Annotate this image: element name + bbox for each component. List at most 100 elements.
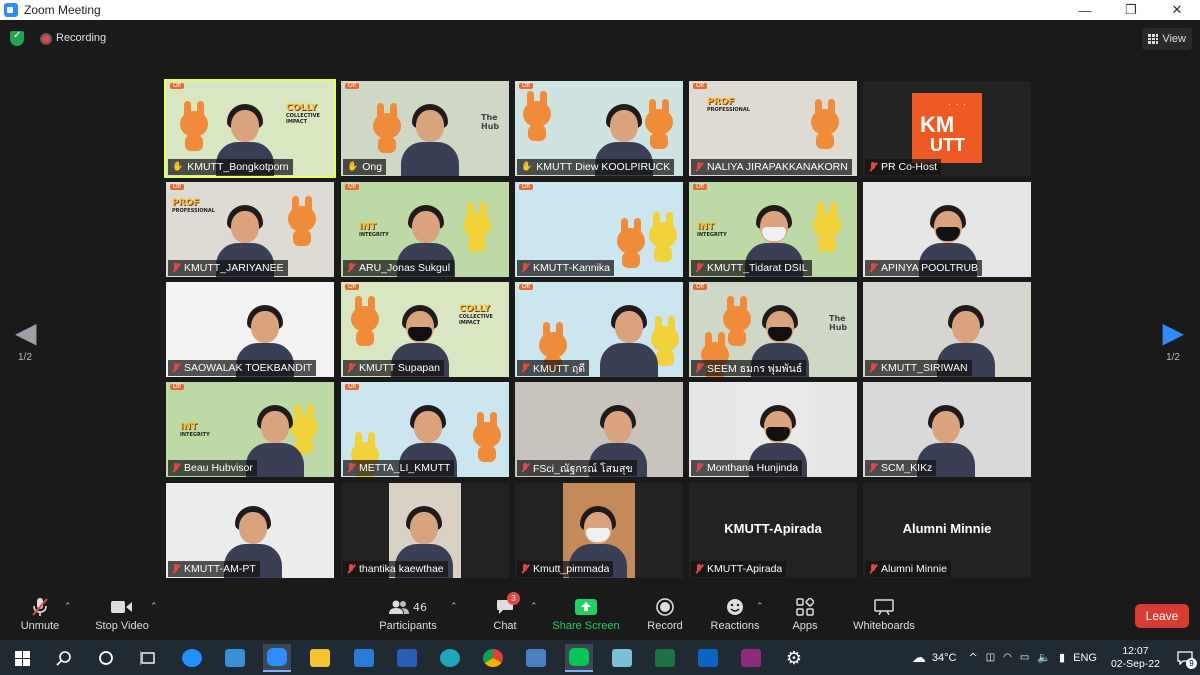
chrome-icon[interactable]	[479, 644, 507, 672]
muted-mic-icon	[695, 564, 703, 574]
participant-tile[interactable]: Off PROF PROFESSIONAL KMUTT_JARIYANEE	[166, 182, 334, 277]
mail-icon[interactable]	[350, 644, 378, 672]
participant-name: Alumni Minnie	[881, 563, 947, 575]
stop-video-button[interactable]: Stop Video	[95, 588, 149, 640]
store-icon[interactable]	[221, 644, 249, 672]
record-icon	[653, 596, 677, 618]
search-icon[interactable]	[50, 644, 78, 672]
cortana-icon[interactable]	[92, 644, 120, 672]
excel-icon[interactable]	[651, 644, 679, 672]
participant-name-tag: APINYA POOLTRUB	[865, 260, 983, 276]
participants-button[interactable]: 46 Participants	[379, 588, 437, 640]
language-indicator[interactable]: ENG	[1073, 652, 1097, 664]
close-button[interactable]: ✕	[1154, 0, 1200, 20]
participant-tile[interactable]: Off KMUTT ฤดี	[515, 282, 683, 377]
record-button[interactable]: Record	[645, 588, 685, 640]
participant-tile[interactable]: thantika kaewthae	[341, 483, 509, 578]
participant-name: APINYA POOLTRUB	[881, 262, 979, 274]
participant-tile[interactable]: Off The Hub ✋ Ong	[341, 81, 509, 176]
share-screen-button[interactable]: Share Screen	[552, 588, 620, 640]
windows-start-icon[interactable]	[8, 644, 36, 672]
participant-tile[interactable]: Off INT INTEGRITY Beau Hubvisor	[166, 382, 334, 477]
mascot-character	[613, 218, 649, 268]
clock[interactable]: 12:07 02-Sep-22	[1111, 645, 1160, 671]
participant-name-tag: KMUTT-Kannika	[517, 260, 615, 276]
chat-button[interactable]: 3 Chat	[490, 588, 520, 640]
network-icon[interactable]: ◫	[986, 652, 995, 663]
reactions-caret-icon[interactable]: ⌃	[756, 602, 764, 612]
participant-tile[interactable]: KMUTT-AM-PT	[166, 483, 334, 578]
edge-icon[interactable]	[436, 644, 464, 672]
background-off-sign: Off	[519, 83, 533, 89]
participant-tile[interactable]: Off METTA_LI_KMUTT	[341, 382, 509, 477]
muted-mic-icon	[347, 363, 355, 373]
battery-icon[interactable]: ▭	[1020, 652, 1029, 663]
participant-tile[interactable]: Off COLLY COLLECTIVE IMPACT ✋ KMUTT_Bongkotp…	[164, 79, 336, 178]
participant-tile[interactable]: Off INT INTEGRITY KMUTT_Tidarat DSIL	[689, 182, 857, 277]
background-hub-sign: The Hub	[481, 113, 500, 131]
internet-explorer-icon[interactable]	[178, 644, 206, 672]
apps-button[interactable]: Apps	[790, 588, 820, 640]
security-shield-icon[interactable]	[10, 30, 24, 46]
wifi-icon[interactable]: ◠	[1003, 652, 1012, 663]
participant-tile[interactable]: Off The Hub SEEM ธมกร พุ่มพันธ์	[689, 282, 857, 377]
participant-tile[interactable]: Monthana Hunjinda	[689, 382, 857, 477]
reactions-button[interactable]: Reactions	[710, 588, 760, 640]
whiteboards-button[interactable]: Whiteboards	[850, 588, 918, 640]
background-off-sign: Off	[693, 284, 707, 290]
participant-tile[interactable]: Off ✋ KMUTT Diew KOOLPIRUCK	[515, 81, 683, 176]
video-options-caret-icon[interactable]: ⌃	[150, 602, 158, 612]
muted-mic-icon	[695, 363, 703, 373]
next-page-arrow-icon[interactable]: ▶	[1162, 316, 1184, 349]
participant-tile[interactable]: Off PROF PROFESSIONAL NALIYA JIRAPAKKANAKOR…	[689, 81, 857, 176]
photos-icon[interactable]	[522, 644, 550, 672]
participant-tile[interactable]: APINYA POOLTRUB	[863, 182, 1031, 277]
participants-caret-icon[interactable]: ⌃	[450, 602, 458, 612]
background-off-sign: Off	[693, 83, 707, 89]
recording-label[interactable]: Recording	[56, 32, 106, 44]
task-view-icon[interactable]	[134, 644, 162, 672]
volume-icon[interactable]: 🔈	[1037, 651, 1051, 664]
temperature[interactable]: 34°C	[932, 652, 957, 664]
notification-center-icon[interactable]: 9	[1170, 640, 1200, 675]
maximize-button[interactable]: ❐	[1108, 0, 1154, 20]
participant-tile[interactable]: KMUTT_SIRIWAN	[863, 282, 1031, 377]
winrar-icon[interactable]	[737, 644, 765, 672]
background-sign: INT INTEGRITY	[359, 222, 389, 238]
participant-tile[interactable]: SAOWALAK TOEKBANDIT	[166, 282, 334, 377]
tray-chevron-icon[interactable]: ^	[968, 651, 977, 664]
participant-tile[interactable]: FSci_ณัฐกรณ์ โสมสุข	[515, 382, 683, 477]
participant-tile[interactable]: Off INT INTEGRITY ARU_Jonas Sukgul	[341, 182, 509, 277]
settings-gear-icon[interactable]: ⚙	[780, 644, 808, 672]
participant-tile[interactable]: SCM_KIKz	[863, 382, 1031, 477]
background-sign: PROF PROFESSIONAL	[707, 97, 750, 113]
microphone-tray-icon[interactable]: ▮	[1059, 651, 1065, 664]
muted-mic-icon	[521, 564, 529, 574]
participant-name-tag: KMUTT-Apirada	[691, 561, 787, 577]
leave-button[interactable]: Leave	[1135, 604, 1189, 628]
minimize-button[interactable]: —	[1062, 0, 1108, 20]
zoom-taskbar-icon[interactable]	[263, 644, 291, 672]
participant-tile[interactable]: Alumni Minnie Alumni Minnie	[863, 483, 1031, 578]
muted-mic-icon	[869, 162, 877, 172]
audio-options-caret-icon[interactable]: ⌃	[64, 602, 72, 612]
participant-tile[interactable]: KMUTT-Apirada KMUTT-Apirada	[689, 483, 857, 578]
participant-tile[interactable]: Off KMUTT-Kannika	[515, 182, 683, 277]
notes-app-icon[interactable]	[608, 644, 636, 672]
chat-caret-icon[interactable]: ⌃	[530, 602, 538, 612]
word-icon[interactable]	[393, 644, 421, 672]
outlook-icon[interactable]	[694, 644, 722, 672]
weather-cloud-icon[interactable]: ☁	[912, 649, 926, 666]
line-app-icon[interactable]	[565, 644, 593, 672]
participant-tile[interactable]: Kmutt_pimmada	[515, 483, 683, 578]
participant-name: SCM_KIKz	[881, 462, 933, 474]
view-button[interactable]: View	[1142, 28, 1192, 50]
mascot-character	[284, 196, 320, 246]
participant-name: PR Co-Host	[881, 161, 938, 173]
previous-page-arrow-icon[interactable]: ◀	[15, 316, 37, 349]
participant-tile[interactable]: · · · KM UTT PR Co-Host	[863, 81, 1031, 176]
file-explorer-icon[interactable]	[306, 644, 334, 672]
participant-tile[interactable]: Off COLLY COLLECTIVE IMPACT KMUTT Supapan	[341, 282, 509, 377]
participant-name-tag: KMUTT_JARIYANEE	[168, 260, 288, 276]
unmute-button[interactable]: Unmute	[20, 588, 60, 640]
